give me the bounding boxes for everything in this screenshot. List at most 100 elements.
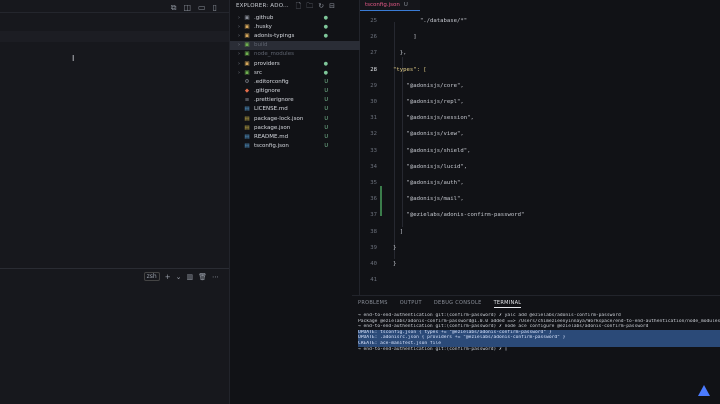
explorer-item[interactable]: › ▣ build — [230, 40, 360, 50]
code-line[interactable]: 25 "./database/*" — [360, 13, 720, 29]
line-number: 30 — [370, 99, 377, 106]
new-folder-icon[interactable]: 🗀 — [306, 2, 313, 13]
tab-terminal[interactable]: TERMINAL — [493, 300, 522, 308]
explorer-item-label: providers — [254, 60, 280, 67]
explorer-item[interactable]: ▤ README.md U — [230, 132, 360, 141]
explorer-item[interactable]: ▤ package.json U — [230, 123, 360, 132]
line-number: 28 — [370, 66, 377, 73]
tab-output[interactable]: OUTPUT — [400, 300, 422, 308]
code-line[interactable]: 30 "@adonisjs/repl", — [360, 94, 720, 110]
code-line[interactable]: 38 ] — [360, 223, 720, 239]
new-file-icon[interactable]: 🗋 — [296, 2, 302, 13]
file-icon: ▤ — [244, 134, 250, 141]
code-text: "@adonisjs/auth", — [393, 179, 464, 186]
explorer-item-label: package-lock.json — [254, 115, 304, 122]
explorer-item[interactable]: ≡ .prettierignore U — [230, 96, 360, 105]
code-text: ] — [393, 228, 404, 235]
tab-problems[interactable]: PROBLEMS — [358, 300, 388, 308]
code-line[interactable]: 28 "types": [ — [360, 62, 720, 78]
file-icon: ◆ — [244, 88, 250, 95]
git-status: ● — [323, 69, 328, 76]
code-text: "@ezielabs/adonis-confirm-password" — [393, 212, 525, 219]
code-text: ] — [393, 34, 417, 41]
code-line[interactable]: 32 "@adonisjs/view", — [360, 126, 720, 142]
chevron-right-icon: › — [238, 14, 240, 21]
explorer-item[interactable]: › ▣ adonis-typings ● — [230, 31, 360, 40]
text-cursor: I — [72, 54, 75, 63]
file-tree: › ▣ .github ● › ▣ .husky ● › ▣ adonis-typings ● › ▣ bu… — [230, 13, 360, 151]
terminal-shell-label[interactable]: zsh — [143, 272, 160, 281]
code-text: "types": [ — [393, 66, 427, 73]
chevron-right-icon: › — [238, 60, 240, 67]
explorer-item[interactable]: › ▣ .husky ● — [230, 22, 360, 31]
code-line[interactable]: 41 — [360, 272, 720, 288]
code-text: }, — [393, 50, 407, 57]
explorer-item[interactable]: ◆ .gitignore U — [230, 87, 360, 96]
code-line[interactable]: 34 "@adonisjs/lucid", — [360, 159, 720, 175]
code-text: } — [393, 244, 397, 251]
code-line[interactable]: 27 }, — [360, 45, 720, 61]
line-number: 29 — [370, 82, 377, 89]
code-line[interactable]: 31 "@adonisjs/session", — [360, 110, 720, 126]
explorer-item-label: .prettierignore — [254, 97, 294, 104]
folder-icon: ▣ — [244, 51, 250, 58]
file-icon: ⚙ — [244, 78, 250, 85]
tab-debug-console[interactable]: DEBUG CONSOLE — [434, 300, 482, 308]
code-line[interactable]: 36 "@adonisjs/mail", — [360, 191, 720, 207]
collapse-all-icon[interactable]: ⊟ — [329, 2, 335, 13]
explorer-item[interactable]: ▤ package-lock.json U — [230, 114, 360, 123]
tab-tsconfig[interactable]: tsconfig.json U — [360, 0, 420, 11]
code-text: "@adonisjs/view", — [393, 131, 464, 138]
git-status: ● — [323, 14, 328, 21]
new-terminal-icon[interactable]: + — [165, 273, 171, 281]
terminal-line: → end-to-end-authentication git:(confirm… — [358, 346, 508, 352]
code-text: "@adonisjs/session", — [393, 115, 474, 122]
code-line[interactable]: 37 "@ezielabs/adonis-confirm-password" — [360, 207, 720, 223]
code-line[interactable]: 29 "@adonisjs/core", — [360, 78, 720, 94]
folder-icon: ▣ — [244, 14, 250, 21]
line-highlight — [0, 31, 229, 42]
explorer-item[interactable]: ⚙ .editorconfig U — [230, 77, 360, 86]
line-number: 41 — [370, 277, 377, 284]
trash-icon[interactable]: 🗑 — [198, 273, 207, 281]
explorer-item[interactable]: ▤ tsconfig.json U — [230, 142, 360, 151]
explorer-item-label: adonis-typings — [254, 32, 295, 39]
folder-icon: ▣ — [244, 60, 250, 67]
explorer-item-label: .gitignore — [254, 88, 281, 95]
line-number: 38 — [370, 228, 377, 235]
git-status: U — [324, 124, 328, 131]
file-icon: ≡ — [244, 97, 250, 104]
code-lines[interactable]: 25 "./database/*" 26 ] 27 }, 28 "types": [ 29… — [360, 13, 720, 288]
code-text: "@adonisjs/shield", — [393, 147, 471, 154]
explorer-item-label: .husky — [254, 23, 272, 30]
explorer-item[interactable]: › ▣ src ● — [230, 68, 360, 77]
explorer-item[interactable]: › ▣ providers ● — [230, 59, 360, 68]
code-text: "@adonisjs/core", — [393, 82, 464, 89]
explorer-sidebar: EXPLORER: ADO... 🗋 🗀 ↻ ⊟ › ▣ .github ● › ▣ .hu… — [230, 0, 360, 404]
chevron-right-icon: › — [238, 42, 240, 49]
terminal-output[interactable]: → end-to-end-authentication git:(confirm… — [358, 313, 720, 352]
split-terminal-icon[interactable]: ▥ — [186, 273, 193, 281]
code-text: } — [393, 260, 397, 267]
line-number: 35 — [370, 179, 377, 186]
code-text: "./database/*" — [393, 18, 468, 25]
code-text: "@adonisjs/repl", — [393, 99, 464, 106]
refresh-icon[interactable]: ↻ — [318, 2, 324, 13]
code-line[interactable]: 40} — [360, 256, 720, 272]
git-status: ● — [323, 23, 328, 30]
code-line[interactable]: 26 ] — [360, 29, 720, 45]
panel-divider[interactable] — [0, 268, 229, 269]
explorer-item[interactable]: › ▣ .github ● — [230, 13, 360, 22]
explorer-item-label: package.json — [254, 124, 291, 131]
chevron-down-icon[interactable]: ⌄ — [176, 273, 182, 281]
folder-icon: ▣ — [244, 32, 250, 39]
explorer-item[interactable]: › ▣ node_modules — [230, 50, 360, 59]
folder-icon: ▣ — [244, 69, 250, 76]
explorer-item[interactable]: ▤ LICENSE.md U — [230, 105, 360, 114]
code-line[interactable]: 35 "@adonisjs/auth", — [360, 175, 720, 191]
code-line[interactable]: 39} — [360, 240, 720, 256]
more-icon[interactable]: ⋯ — [212, 273, 219, 281]
file-icon: ▤ — [244, 143, 250, 150]
tab-status: U — [403, 2, 408, 8]
code-line[interactable]: 33 "@adonisjs/shield", — [360, 143, 720, 159]
